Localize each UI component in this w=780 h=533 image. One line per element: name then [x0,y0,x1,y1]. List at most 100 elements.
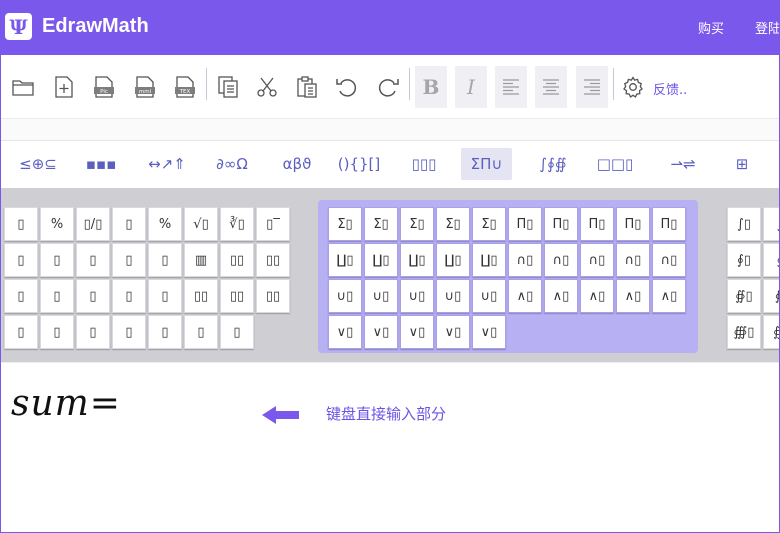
formula-input[interactable]: sum= [11,383,121,424]
export-pic-button[interactable]: Pic [91,74,117,100]
palette-key-middle-3-10[interactable]: ∧▯ [652,279,686,313]
palette-key-left-4-2[interactable]: ▯ [40,315,74,349]
export-mml-button[interactable]: mml [132,74,158,100]
palette-key-right-4-2[interactable]: ∰ [763,315,779,349]
palette-key-right-2-2[interactable]: ∮ [763,243,779,277]
cut-button[interactable] [254,74,280,100]
copy-button[interactable] [215,74,241,100]
palette-key-middle-1-2[interactable]: Σ▯ [364,207,398,241]
palette-key-middle-1-6[interactable]: Π▯ [508,207,542,241]
palette-key-middle-3-4[interactable]: ∪▯ [436,279,470,313]
export-tex-button[interactable]: TEX [172,74,198,100]
palette-key-middle-1-8[interactable]: Π▯ [580,207,614,241]
italic-button[interactable]: I [455,66,487,108]
palette-key-middle-1-9[interactable]: Π▯ [616,207,650,241]
redo-button[interactable] [375,74,401,100]
palette-key-left-3-5[interactable]: ▯ [148,279,182,313]
palette-key-middle-1-4[interactable]: Σ▯ [436,207,470,241]
palette-key-right-1-1[interactable]: ∫▯ [727,207,761,241]
palette-key-middle-2-8[interactable]: ∩▯ [580,243,614,277]
paste-button[interactable] [294,74,320,100]
open-folder-button[interactable] [10,74,36,100]
align-center-button[interactable] [535,66,567,108]
palette-key-middle-4-2[interactable]: ∨▯ [364,315,398,349]
new-file-button[interactable] [51,74,77,100]
palette-key-left-3-4[interactable]: ▯ [112,279,146,313]
palette-key-middle-4-1[interactable]: ∨▯ [328,315,362,349]
palette-key-middle-1-3[interactable]: Σ▯ [400,207,434,241]
app-logo[interactable]: Ψ [5,13,32,40]
palette-key-middle-3-8[interactable]: ∧▯ [580,279,614,313]
palette-key-right-4-1[interactable]: ∰▯ [727,315,761,349]
palette-key-left-1-4[interactable]: ▯ [112,207,146,241]
align-left-button[interactable] [495,66,527,108]
category-tab-6[interactable]: (){}[] [331,148,387,180]
palette-key-left-3-2[interactable]: ▯ [40,279,74,313]
palette-key-left-2-5[interactable]: ▯ [148,243,182,277]
palette-key-left-1-7[interactable]: ∛▯ [220,207,254,241]
palette-key-left-1-2[interactable]: % [40,207,74,241]
palette-key-middle-2-10[interactable]: ∩▯ [652,243,686,277]
palette-key-left-1-3[interactable]: ▯/▯ [76,207,110,241]
palette-key-left-2-3[interactable]: ▯ [76,243,110,277]
category-tab-4[interactable]: ∂∞Ω [203,148,261,180]
category-tab-8[interactable]: ΣΠ∪ [461,148,512,180]
palette-key-left-1-1[interactable]: ▯ [4,207,38,241]
palette-key-middle-2-1[interactable]: ∐▯ [328,243,362,277]
palette-key-left-3-1[interactable]: ▯ [4,279,38,313]
buy-link[interactable]: 购买 [698,18,724,37]
category-tab-5[interactable]: αβϑ [268,148,326,180]
palette-key-right-3-1[interactable]: ∯▯ [727,279,761,313]
palette-key-middle-2-3[interactable]: ∐▯ [400,243,434,277]
category-tab-9[interactable]: ∫∮∯ [528,148,578,180]
palette-key-left-1-8[interactable]: ▯‾ [256,207,290,241]
palette-key-middle-2-5[interactable]: ∐▯ [472,243,506,277]
palette-key-middle-4-4[interactable]: ∨▯ [436,315,470,349]
palette-key-middle-1-5[interactable]: Σ▯ [472,207,506,241]
palette-key-left-3-8[interactable]: ▯▯ [256,279,290,313]
palette-key-left-4-1[interactable]: ▯ [4,315,38,349]
palette-key-left-3-7[interactable]: ▯▯ [220,279,254,313]
palette-key-left-4-5[interactable]: ▯ [148,315,182,349]
palette-key-middle-2-7[interactable]: ∩▯ [544,243,578,277]
palette-key-right-3-2[interactable]: ∯ [763,279,779,313]
category-tab-2[interactable]: ▪▪▪ [71,148,131,180]
palette-key-left-2-8[interactable]: ▯▯ [256,243,290,277]
palette-key-left-4-3[interactable]: ▯ [76,315,110,349]
feedback-link[interactable]: 反馈.. [653,79,687,98]
bold-button[interactable]: B [415,66,447,108]
palette-key-middle-1-1[interactable]: Σ▯ [328,207,362,241]
category-tab-7[interactable]: ▯▯▯ [394,148,454,180]
palette-key-middle-3-9[interactable]: ∧▯ [616,279,650,313]
palette-key-right-1-2[interactable]: ∫ [763,207,779,241]
undo-button[interactable] [334,74,360,100]
palette-key-left-4-6[interactable]: ▯ [184,315,218,349]
palette-key-middle-2-2[interactable]: ∐▯ [364,243,398,277]
login-link[interactable]: 登陆 [755,18,779,37]
palette-key-middle-2-6[interactable]: ∩▯ [508,243,542,277]
category-tab-1[interactable]: ≤⊕⊆ [9,148,67,180]
palette-key-left-3-3[interactable]: ▯ [76,279,110,313]
palette-key-middle-4-5[interactable]: ∨▯ [472,315,506,349]
category-tab-10[interactable]: □□▯ [586,148,644,180]
palette-key-middle-2-9[interactable]: ∩▯ [616,243,650,277]
palette-key-middle-4-3[interactable]: ∨▯ [400,315,434,349]
palette-key-left-1-6[interactable]: √▯ [184,207,218,241]
palette-key-middle-3-7[interactable]: ∧▯ [544,279,578,313]
palette-key-left-4-4[interactable]: ▯ [112,315,146,349]
palette-key-left-3-6[interactable]: ▯▯ [184,279,218,313]
palette-key-left-2-7[interactable]: ▯▯ [220,243,254,277]
palette-key-left-4-7[interactable]: ▯ [220,315,254,349]
palette-key-middle-1-7[interactable]: Π▯ [544,207,578,241]
palette-key-right-2-1[interactable]: ∮▯ [727,243,761,277]
palette-key-middle-3-1[interactable]: ∪▯ [328,279,362,313]
category-tab-3[interactable]: ↔↗⇑ [138,148,196,180]
palette-key-middle-1-10[interactable]: Π▯ [652,207,686,241]
palette-key-middle-3-2[interactable]: ∪▯ [364,279,398,313]
palette-key-left-2-1[interactable]: ▯ [4,243,38,277]
align-right-button[interactable] [576,66,608,108]
palette-key-middle-3-6[interactable]: ∧▯ [508,279,542,313]
palette-key-left-2-2[interactable]: ▯ [40,243,74,277]
palette-key-middle-3-3[interactable]: ∪▯ [400,279,434,313]
category-tab-12[interactable]: ⊞ [722,148,762,180]
